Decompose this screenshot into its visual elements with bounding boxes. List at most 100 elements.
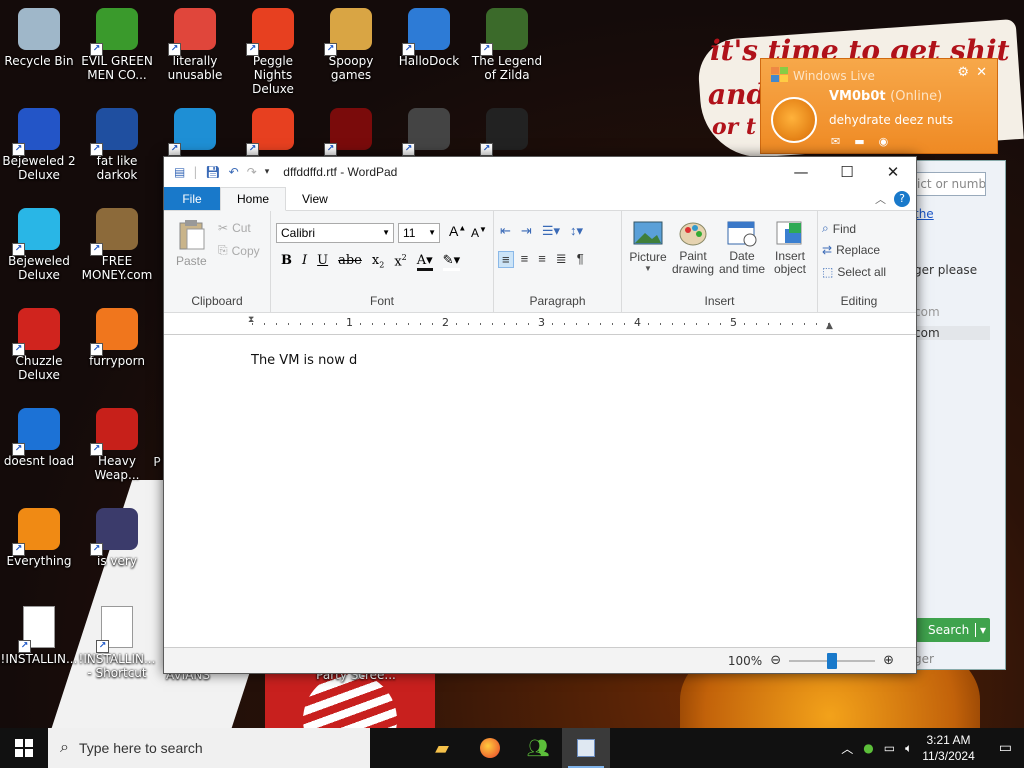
close-button[interactable]: ✕	[870, 157, 916, 187]
email-icon[interactable]: ✉	[831, 135, 840, 148]
save-icon[interactable]: 💾︎	[205, 165, 220, 179]
wordpad-window[interactable]: ▤ | 💾︎ ↶ ↷ ▾ dffddffd.rtf - WordPad — ☐ …	[163, 156, 917, 674]
insert-object-button[interactable]: Insert object	[768, 219, 812, 276]
desktop-icon[interactable]: ↗	[234, 108, 312, 156]
zoom-slider[interactable]	[789, 652, 876, 669]
document-text[interactable]: The VM is now d	[251, 353, 357, 368]
messenger-contact[interactable]: com	[914, 326, 990, 340]
desktop-icon[interactable]: ↗ Everything	[0, 508, 78, 568]
document-area[interactable]: The VM is now d	[164, 335, 916, 653]
messenger-search-field[interactable]: ict or numbe	[914, 172, 986, 196]
settings-icon[interactable]: ⚙	[957, 65, 969, 80]
desktop-icon[interactable]: ↗ Bejeweled Deluxe	[0, 208, 78, 282]
wordpad-app-icon[interactable]: ▤	[174, 165, 185, 179]
desktop-icon[interactable]: ↗ Spoopy games	[312, 8, 390, 82]
bullets-icon[interactable]: ☰▾	[542, 223, 560, 239]
tab-file[interactable]: File	[164, 187, 220, 210]
desktop-icon[interactable]: ↗ furryporn	[78, 308, 156, 368]
desktop-icon[interactable]: ↗ !INSTALLIN... - Shortcut	[78, 606, 156, 680]
desktop-icon[interactable]: ↗ The Legend of Zilda	[468, 8, 546, 82]
bold-button[interactable]: B	[281, 253, 292, 271]
globe-icon[interactable]: ◉	[879, 135, 889, 148]
highlight-icon[interactable]: ✎▾	[442, 253, 461, 271]
notifications-icon[interactable]: ▭	[999, 740, 1012, 756]
minimize-button[interactable]: —	[778, 157, 824, 187]
show-hidden-icons[interactable]: ︿	[841, 740, 853, 757]
desktop-icon[interactable]: ↗ Peggle Nights Deluxe	[234, 8, 312, 96]
undo-icon[interactable]: ↶	[229, 165, 239, 179]
desktop-icon[interactable]: ↗ literally unusable	[156, 8, 234, 82]
left-indent-marker[interactable]: ⧗	[248, 315, 254, 325]
picture-button[interactable]: Picture ▼	[628, 219, 668, 273]
start-button[interactable]	[0, 728, 48, 768]
desktop-icon[interactable]: ↗ Chuzzle Deluxe	[0, 308, 78, 382]
ruler[interactable]: 1 2 3 4 5 ⧗ ▲	[164, 313, 916, 335]
desktop-icon[interactable]: ↗ EVIL GREEN MEN CO...	[78, 8, 156, 82]
tab-home[interactable]: Home	[220, 187, 287, 211]
decrease-indent-icon[interactable]: ⇤	[500, 223, 511, 239]
maximize-button[interactable]: ☐	[824, 157, 870, 187]
right-indent-marker[interactable]: ▲	[826, 321, 833, 331]
desktop-icon[interactable]: ↗ is very	[78, 508, 156, 568]
find-button[interactable]: ⌕ Find	[822, 221, 856, 236]
messenger-tray-icon[interactable]: ●	[863, 741, 873, 755]
zoom-in-icon[interactable]: ⊕	[883, 653, 894, 668]
date-time-button[interactable]: Date and time	[718, 219, 766, 276]
desktop-icon[interactable]: Recycle Bin	[0, 8, 78, 68]
desktop-icon[interactable]: ↗ !INSTALLIN...	[0, 606, 78, 666]
font-color-icon[interactable]: A▾	[416, 253, 433, 271]
taskbar-file-explorer[interactable]: ▰	[418, 728, 466, 768]
strikethrough-button[interactable]: abe	[338, 253, 362, 271]
replace-button[interactable]: ⇄ Replace	[822, 243, 880, 257]
font-size-select[interactable]: 11 ▼	[398, 223, 440, 243]
zoom-slider-thumb[interactable]	[827, 652, 838, 669]
clock[interactable]: 3:21 AM 11/3/2024	[922, 732, 975, 764]
messenger-notification[interactable]: Windows Live ⚙ ✕ VM0b0t (Online) dehydra…	[760, 58, 998, 154]
desktop-icon[interactable]: ↗ FREE MONEY.com	[78, 208, 156, 282]
align-left-icon[interactable]: ≡	[498, 251, 514, 268]
taskbar-wordpad[interactable]	[562, 728, 610, 768]
title-bar[interactable]: ▤ | 💾︎ ↶ ↷ ▾ dffddffd.rtf - WordPad — ☐ …	[164, 157, 916, 187]
customize-toolbar-icon[interactable]: ▾	[265, 167, 270, 177]
tab-view[interactable]: View	[286, 187, 344, 210]
line-spacing-icon[interactable]: ↕▾	[570, 223, 583, 239]
paint-drawing-button[interactable]: Paint drawing	[670, 219, 716, 276]
paragraph-icon[interactable]: ¶	[574, 251, 587, 268]
superscript-button[interactable]: x2	[394, 253, 406, 271]
messenger-search-button[interactable]: Search ▾	[916, 618, 990, 642]
desktop-icon[interactable]: ↗ Heavy Weap...	[78, 408, 156, 482]
italic-button[interactable]: I	[302, 253, 307, 271]
help-icon[interactable]: ?	[894, 191, 910, 207]
align-right-icon[interactable]: ≡	[535, 251, 549, 268]
taskbar-messenger[interactable]: 👥︎	[514, 728, 562, 768]
messenger-contact[interactable]: com	[914, 305, 940, 319]
taskbar-firefox[interactable]	[466, 728, 514, 768]
chat-icon[interactable]: ▬	[854, 135, 864, 148]
close-icon[interactable]: ✕	[976, 65, 987, 80]
desktop-icon[interactable]: ↗	[468, 108, 546, 156]
subscript-button[interactable]: x2	[372, 253, 384, 271]
font-family-select[interactable]: Calibri ▼	[276, 223, 394, 243]
desktop-icon[interactable]: ↗ Bejeweled 2 Deluxe	[0, 108, 78, 182]
desktop-icon[interactable]: ↗ doesnt load	[0, 408, 78, 468]
desktop-icon[interactable]: ↗ HalloDock	[390, 8, 468, 68]
desktop-icon[interactable]: ↗ fat like darkok	[78, 108, 156, 182]
redo-icon[interactable]: ↷	[247, 165, 257, 179]
paste-button[interactable]: Paste	[176, 219, 207, 268]
desktop-icon[interactable]: ↗	[156, 108, 234, 156]
zoom-out-icon[interactable]: ⊖	[770, 653, 781, 668]
taskbar-search[interactable]: ⌕ Type here to search	[48, 728, 370, 768]
align-center-icon[interactable]: ≡	[518, 251, 532, 268]
desktop-icon[interactable]: ↗	[312, 108, 390, 156]
shrink-font-icon[interactable]: A▼	[471, 225, 487, 240]
select-all-button[interactable]: ⬚ Select all	[822, 265, 886, 279]
network-icon[interactable]: ▭	[884, 741, 895, 755]
underline-button[interactable]: U	[317, 253, 328, 271]
collapse-ribbon-icon[interactable]: ︿	[875, 191, 886, 207]
grow-font-icon[interactable]: A▲	[449, 223, 466, 239]
desktop-icon[interactable]: ↗	[390, 108, 468, 156]
copy-button[interactable]: ⎘ Copy	[218, 243, 260, 258]
justify-icon[interactable]: ≣	[553, 251, 570, 268]
volume-icon[interactable]: 🔈︎	[905, 741, 912, 756]
increase-indent-icon[interactable]: ⇥	[521, 223, 532, 239]
